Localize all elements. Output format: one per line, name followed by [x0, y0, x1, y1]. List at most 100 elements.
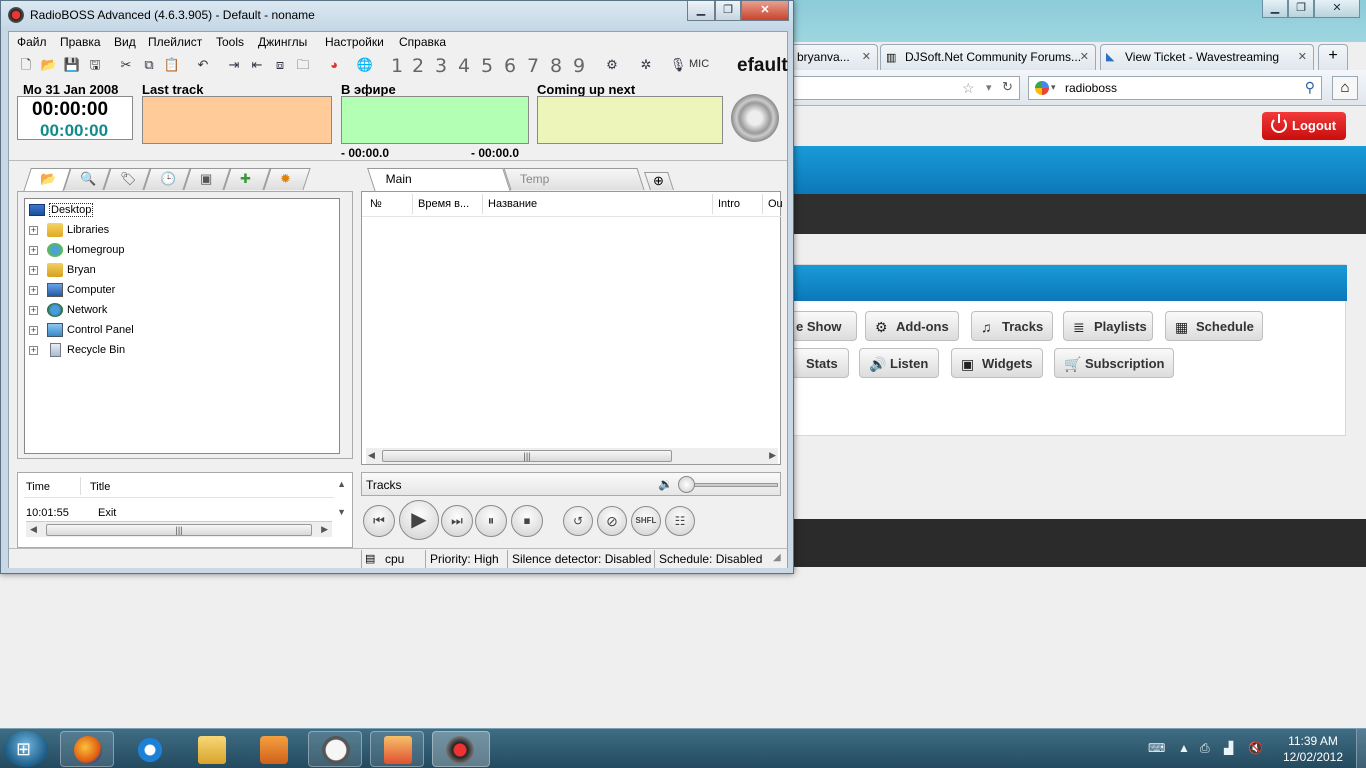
playlist-horizontal-scrollbar[interactable]: ◀ ||| ▶ [366, 448, 778, 464]
tray-clock-time[interactable]: 11:39 AM [1278, 734, 1348, 748]
menu-tools[interactable]: Tools [216, 35, 244, 49]
show-desktop-button[interactable] [1356, 729, 1366, 768]
search-input[interactable]: ▾ radioboss ⚲ [1028, 76, 1322, 100]
last-track-box[interactable] [142, 96, 332, 144]
bookmark-star-icon[interactable]: ☆ [962, 80, 975, 97]
scroll-up-icon[interactable]: ▲ [337, 479, 346, 489]
close-icon[interactable]: ✕ [862, 50, 871, 63]
globe-icon[interactable]: 🌐 [356, 56, 374, 74]
hotkey-5[interactable]: 5 [481, 55, 493, 77]
dropdown-arrow-icon[interactable]: ▾ [1051, 82, 1056, 93]
menu-edit[interactable]: Правка [60, 35, 101, 49]
taskbar-media-player[interactable] [246, 731, 300, 767]
scrollbar-thumb[interactable]: ||| [382, 450, 672, 462]
tab-temp[interactable]: Temp [503, 168, 645, 190]
volume-muted-icon[interactable]: 🔇 [1248, 741, 1263, 755]
volume-icon[interactable]: 🔉 [658, 477, 673, 491]
scroll-left-icon[interactable]: ◀ [368, 450, 375, 461]
scheduler-icon[interactable]: ⚙ [603, 56, 621, 74]
mic-label[interactable]: MIC [689, 58, 709, 70]
dropdown-arrow-icon[interactable]: ▾ [986, 81, 992, 94]
history-col-time[interactable]: Time [26, 481, 50, 493]
hotkey-7[interactable]: 7 [527, 55, 539, 77]
undo-icon[interactable]: ↶ [194, 56, 212, 74]
browser-tab-1[interactable]: bryanva... ✕ [790, 44, 878, 70]
close-icon[interactable]: ✕ [1298, 50, 1307, 63]
shuffle-button[interactable]: SHFL [631, 506, 661, 536]
search-icon[interactable]: ⚲ [1305, 79, 1315, 96]
schedule-button[interactable]: ▦ Schedule [1165, 311, 1263, 341]
menu-view[interactable]: Вид [114, 35, 136, 49]
device-icon[interactable]: ⎙ [1200, 741, 1210, 756]
hotkey-9[interactable]: 9 [573, 55, 585, 77]
browser-tab-3[interactable]: ◣ View Ticket - Wavestreaming ✕ [1100, 44, 1314, 70]
browser-minimize-button[interactable]: ▁ [1262, 0, 1288, 18]
menu-jingles[interactable]: Джинглы [258, 35, 307, 49]
copy-icon[interactable]: ⧉ [140, 56, 158, 74]
logout-button[interactable]: Logout [1262, 112, 1346, 140]
previous-button[interactable]: ⏮ [363, 505, 395, 537]
keyboard-icon[interactable]: ⌨ [1148, 741, 1165, 755]
insert-command-icon[interactable]: ⇤ [248, 56, 266, 74]
hotkey-1[interactable]: 1 [391, 55, 403, 77]
expand-icon[interactable]: + [29, 326, 38, 335]
play-button[interactable]: ▶ [399, 500, 439, 540]
hotkey-2[interactable]: 2 [412, 55, 424, 77]
tracks-button[interactable]: ♫ Tracks [971, 311, 1053, 341]
volume-slider-handle[interactable] [678, 476, 695, 493]
radioboss-titlebar[interactable]: RadioBOSS Advanced (4.6.3.905) - Default… [1, 1, 793, 31]
coming-up-box[interactable] [537, 96, 723, 144]
expand-icon[interactable]: + [29, 226, 38, 235]
column-divider[interactable] [412, 194, 413, 214]
col-number[interactable]: № [370, 198, 382, 210]
widgets-button[interactable]: ▣ Widgets [951, 348, 1043, 378]
taskbar-hp[interactable] [308, 731, 362, 767]
menu-settings[interactable]: Настройки [325, 35, 384, 49]
insert-folder-icon[interactable]: 🗀 [294, 56, 312, 74]
save-icon[interactable]: 💾 [63, 56, 81, 74]
scroll-left-icon[interactable]: ◀ [30, 524, 37, 535]
playlist-grid[interactable]: № Время в... Название Intro Ou ◀ ||| ▶ [361, 191, 782, 465]
expand-icon[interactable]: + [29, 306, 38, 315]
next-button[interactable]: ⏭ [441, 505, 473, 537]
statistics-icon[interactable]: ◕ [325, 56, 343, 74]
new-file-icon[interactable]: 🗋 [17, 56, 35, 74]
folder-tree[interactable]: Desktop + Libraries + Homegroup + Bryan [24, 198, 340, 454]
playlist-options-button[interactable]: ☷ [665, 506, 695, 536]
insert-track-icon[interactable]: ⇥ [225, 56, 243, 74]
column-divider[interactable] [482, 194, 483, 214]
add-playlist-button[interactable]: ⊕ [644, 172, 674, 190]
taskbar-radioboss[interactable] [432, 731, 490, 767]
taskbar-app[interactable] [370, 731, 424, 767]
show-hidden-icons-icon[interactable]: ▲ [1178, 741, 1190, 755]
col-outro[interactable]: Ou [768, 198, 782, 210]
scroll-down-icon[interactable]: ▼ [337, 507, 346, 517]
microphone-icon[interactable]: 🎙 [669, 56, 687, 74]
browser-maximize-button[interactable]: ❐ [1288, 0, 1314, 18]
col-time[interactable]: Время в... [418, 198, 482, 210]
open-folder-icon[interactable]: 📂 [40, 56, 58, 74]
stop-button[interactable]: ⏹ [511, 505, 543, 537]
new-tab-button[interactable]: + [1318, 44, 1348, 70]
menu-help[interactable]: Справка [399, 35, 446, 49]
disable-button[interactable]: ⊘ [597, 506, 627, 536]
radioboss-app-icon[interactable] [8, 7, 24, 23]
tab-tools[interactable]: ✹ [263, 168, 311, 190]
address-bar[interactable]: ☆ ▾ ↻ [790, 76, 1020, 100]
network-signal-icon[interactable]: ▟ [1224, 741, 1233, 755]
addons-button[interactable]: ⚙ Add-ons [865, 311, 959, 341]
on-air-box[interactable] [341, 96, 529, 144]
splitter[interactable] [9, 160, 787, 161]
minimize-button[interactable]: ▁ [687, 1, 715, 21]
col-intro[interactable]: Intro [718, 198, 740, 210]
hotkey-8[interactable]: 8 [550, 55, 562, 77]
browser-close-button[interactable]: ✕ [1314, 0, 1360, 18]
column-divider[interactable] [762, 194, 763, 214]
col-title[interactable]: Название [488, 198, 537, 210]
start-button[interactable]: ⊞ [4, 731, 48, 767]
home-button[interactable]: ⌂ [1332, 76, 1358, 100]
effects-icon[interactable]: ✲ [637, 56, 655, 74]
insert-playlist-icon[interactable]: ⧈ [271, 56, 289, 74]
column-divider[interactable] [712, 194, 713, 214]
save-as-icon[interactable]: 🖫 [86, 56, 104, 74]
